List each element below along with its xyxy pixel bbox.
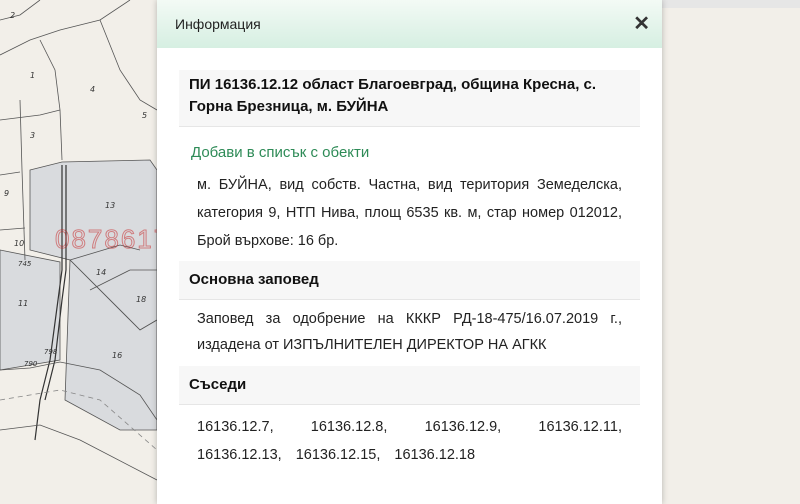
- neighbors-row: 16136.12.13, 16136.12.15, 16136.12.18: [197, 441, 622, 469]
- dialog-content: ПИ 16136.12.12 област Благоевград, общин…: [157, 48, 662, 469]
- parcel-label: 13: [105, 201, 115, 210]
- parcel-description: м. БУЙНА, вид собств. Частна, вид терито…: [197, 177, 622, 249]
- neighbor-link[interactable]: 16136.12.15,: [296, 447, 381, 463]
- parcel-heading: ПИ 16136.12.12 област Благоевград, общин…: [179, 70, 640, 127]
- neighbor-link[interactable]: 16136.12.18: [394, 447, 475, 463]
- parcel-label: 5: [142, 111, 147, 120]
- parcel-label: 18: [136, 295, 146, 304]
- neighbor-link[interactable]: 16136.12.13,: [197, 447, 282, 463]
- neighbors-list: 16136.12.7, 16136.12.8, 16136.12.9, 1613…: [179, 405, 640, 469]
- close-icon[interactable]: ✕: [633, 14, 650, 34]
- parcel-label: 2: [10, 11, 15, 20]
- add-to-list-link[interactable]: Добави в списък с обекти: [179, 127, 640, 171]
- neighbors-heading: Съседи: [179, 366, 640, 405]
- info-dialog: Информация ✕ ПИ 16136.12.12 област Благо…: [157, 0, 662, 504]
- parcel-label: 4: [90, 85, 95, 94]
- parcel-label: 3: [30, 131, 35, 140]
- parcel-label: 10: [14, 239, 24, 248]
- dialog-header: Информация ✕: [157, 0, 662, 48]
- dialog-title: Информация: [175, 16, 261, 32]
- neighbors-row: 16136.12.7, 16136.12.8, 16136.12.9, 1613…: [197, 413, 622, 441]
- neighbor-link[interactable]: 16136.12.11,: [538, 413, 622, 441]
- parcel-label: 11: [18, 299, 28, 308]
- order-text: Заповед за одобрение на КККР РД-18-475/1…: [197, 311, 622, 353]
- parcel-label: 745: [18, 260, 32, 268]
- parcel-label: 790: [24, 360, 38, 368]
- parcel-label: 9: [4, 189, 9, 198]
- neighbor-link[interactable]: 16136.12.7,: [197, 413, 274, 441]
- parcel-label: 14: [96, 268, 106, 277]
- parcel-label: 798: [44, 348, 58, 356]
- order-heading: Основна заповед: [179, 261, 640, 300]
- neighbor-link[interactable]: 16136.12.9,: [425, 413, 502, 441]
- parcel-label: 1: [30, 71, 35, 80]
- parcel-label: 16: [112, 351, 122, 360]
- neighbor-link[interactable]: 16136.12.8,: [311, 413, 388, 441]
